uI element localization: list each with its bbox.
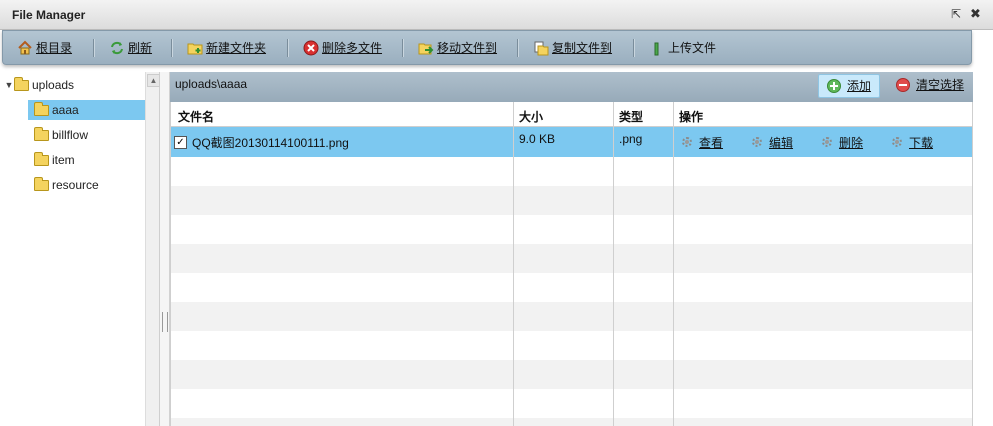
popout-icon[interactable]: ⇱ (951, 7, 961, 21)
view-label: 查看 (699, 136, 724, 150)
move-icon (418, 40, 434, 56)
move-files-label: 移动文件到 (437, 41, 498, 55)
new-folder-button[interactable]: 新建文件夹 (187, 39, 266, 57)
column-header-type[interactable]: 类型 (619, 108, 643, 125)
add-label: 添加 (847, 79, 872, 93)
clear-selection-button[interactable]: 清空选择 (888, 74, 972, 96)
add-icon (827, 79, 841, 93)
copy-icon (533, 40, 549, 56)
file-type: .png (619, 132, 643, 146)
view-action[interactable]: 查看 (681, 134, 723, 151)
move-files-button[interactable]: 移动文件到 (418, 39, 497, 57)
tree-item-uploads[interactable]: ▼ uploads (4, 75, 74, 95)
tree-item-label: aaaa (52, 103, 79, 117)
root-label: 根目录 (36, 41, 73, 55)
delete-files-label: 删除多文件 (322, 41, 383, 55)
delete-icon (303, 40, 319, 56)
gear-icon (821, 136, 835, 150)
file-name: QQ截图20130114100111.png (192, 136, 349, 150)
tree-item-resource[interactable]: resource (34, 175, 99, 195)
row-checkbox[interactable]: ✓ (174, 136, 187, 149)
column-header-name[interactable]: 文件名 (178, 108, 214, 125)
gear-icon (751, 136, 765, 150)
tree-item-aaaa[interactable]: aaaa (28, 100, 145, 120)
folder-icon (34, 176, 49, 191)
delete-action[interactable]: 删除 (821, 134, 863, 151)
window-titlebar: File Manager ⇱ ✖ (0, 0, 993, 30)
upload-label: 上传文件 (668, 41, 717, 55)
window-title: File Manager (12, 8, 86, 22)
remove-icon (896, 78, 910, 92)
content-header: uploads\aaaa 添加 清空选择 (170, 72, 973, 102)
toolbar: 根目录 刷新 新建文件夹 删除多文件 移动文件到 复制文件到 上传文件 (2, 30, 972, 65)
delete-label: 删除 (839, 136, 864, 150)
file-size: 9.0 KB (519, 132, 556, 146)
column-header-size[interactable]: 大小 (519, 108, 543, 125)
tree-item-billflow[interactable]: billflow (34, 125, 88, 145)
clear-selection-label: 清空选择 (916, 78, 965, 92)
upload-icon (649, 40, 665, 56)
root-button[interactable]: 根目录 (17, 39, 72, 57)
refresh-icon (109, 40, 125, 56)
table-row[interactable]: ✓ QQ截图20130114100111.png 9.0 KB .png 查看 … (170, 127, 973, 157)
folder-icon (34, 126, 49, 141)
upload-button[interactable]: 上传文件 (649, 39, 716, 57)
folder-tree-panel: ▼ uploads aaaa billflow item resource (0, 72, 160, 426)
column-header-actions: 操作 (679, 110, 704, 124)
copy-files-button[interactable]: 复制文件到 (533, 39, 612, 57)
home-icon (17, 40, 33, 56)
delete-files-button[interactable]: 删除多文件 (303, 39, 382, 57)
tree-item-label: billflow (52, 128, 89, 142)
copy-files-label: 复制文件到 (552, 41, 613, 55)
refresh-label: 刷新 (128, 41, 153, 55)
folder-open-icon (14, 76, 29, 91)
new-folder-label: 新建文件夹 (206, 41, 267, 55)
folder-icon (34, 101, 49, 116)
edit-action[interactable]: 编辑 (751, 134, 793, 151)
tree-item-label: uploads (32, 78, 75, 92)
tree-item-label: resource (52, 178, 99, 192)
close-icon[interactable]: ✖ (970, 6, 981, 22)
add-button[interactable]: 添加 (818, 74, 881, 98)
expand-arrow-icon[interactable]: ▼ (4, 75, 14, 95)
tree-scrollbar[interactable]: ▲ (145, 72, 160, 426)
panel-splitter[interactable] (160, 72, 170, 426)
folder-icon (34, 151, 49, 166)
scroll-up-icon[interactable]: ▲ (147, 74, 160, 87)
gear-icon (891, 136, 905, 150)
refresh-button[interactable]: 刷新 (109, 39, 152, 57)
tree-item-item[interactable]: item (34, 150, 75, 170)
current-path: uploads\aaaa (175, 77, 248, 91)
gear-icon (681, 136, 695, 150)
file-grid: 文件名 大小 类型 操作 ✓ QQ截图20130114100111.png 9.… (170, 102, 973, 426)
edit-label: 编辑 (769, 136, 794, 150)
new-folder-icon (187, 40, 203, 56)
tree-item-label: item (52, 153, 75, 167)
grid-header: 文件名 大小 类型 操作 (170, 102, 973, 127)
splitter-grip-icon[interactable] (162, 312, 168, 332)
download-action[interactable]: 下载 (891, 134, 933, 151)
download-label: 下载 (909, 136, 934, 150)
